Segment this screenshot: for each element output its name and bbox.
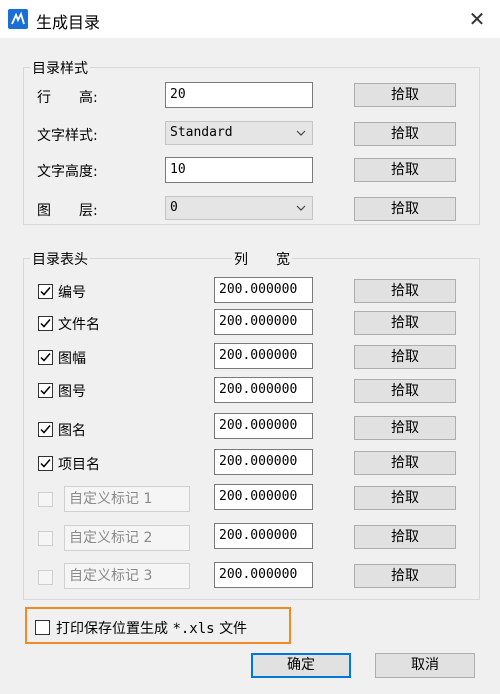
width-input[interactable]: 200.000000 bbox=[214, 449, 313, 475]
width-pick-button[interactable]: 拾取 bbox=[354, 311, 456, 335]
checkbox-tuhao[interactable] bbox=[38, 383, 53, 398]
width-pick-button[interactable]: 拾取 bbox=[354, 451, 456, 475]
header-group-title: 目录表头 bbox=[30, 249, 90, 269]
layer-label: 图 层: bbox=[37, 203, 98, 219]
row-height-pick-button[interactable]: 拾取 bbox=[354, 83, 456, 107]
chevron-down-icon bbox=[296, 205, 306, 211]
checkbox-bianhao[interactable] bbox=[38, 284, 53, 299]
width-pick-button[interactable]: 拾取 bbox=[354, 279, 456, 303]
text-style-label: 文字样式: bbox=[37, 128, 98, 144]
width-input[interactable]: 200.000000 bbox=[214, 562, 313, 588]
custom-mark-field: 自定义标记 1 bbox=[64, 486, 190, 512]
check-icon bbox=[40, 386, 51, 395]
check-icon bbox=[40, 353, 51, 362]
checkbox-project-name[interactable] bbox=[38, 456, 53, 471]
row-height-input[interactable]: 20 bbox=[165, 82, 313, 108]
text-height-pick-button[interactable]: 拾取 bbox=[354, 158, 456, 182]
width-input[interactable]: 200.000000 bbox=[214, 523, 313, 549]
header-row-label: 图幅 bbox=[58, 351, 86, 367]
text-height-input[interactable]: 10 bbox=[165, 157, 313, 183]
width-pick-button[interactable]: 拾取 bbox=[354, 525, 456, 549]
check-icon bbox=[40, 319, 51, 328]
text-style-pick-button[interactable]: 拾取 bbox=[354, 122, 456, 146]
print-option-prefix: 打印保存位置生成 bbox=[56, 621, 168, 637]
width-pick-button[interactable]: 拾取 bbox=[354, 345, 456, 369]
width-pick-button[interactable]: 拾取 bbox=[354, 416, 456, 440]
cancel-button[interactable]: 取消 bbox=[375, 653, 475, 678]
custom-mark-field: 自定义标记 3 bbox=[64, 563, 190, 589]
header-row-label: 编号 bbox=[58, 285, 86, 301]
width-input[interactable]: 200.000000 bbox=[214, 484, 313, 510]
app-icon bbox=[8, 9, 28, 29]
checkbox-tufu[interactable] bbox=[38, 350, 53, 365]
print-xls-checkbox[interactable] bbox=[35, 620, 50, 635]
header-row-label: 文件名 bbox=[58, 317, 100, 333]
title-bar: 生成目录 ✕ bbox=[0, 0, 500, 38]
window-title: 生成目录 bbox=[36, 13, 101, 32]
width-input[interactable]: 200.000000 bbox=[214, 309, 313, 335]
close-icon[interactable]: ✕ bbox=[454, 0, 500, 38]
check-icon bbox=[40, 425, 51, 434]
row-height-label: 行 高: bbox=[37, 90, 98, 106]
print-option-label[interactable]: 打印保存位置生成 *.xls 文件 bbox=[56, 618, 247, 638]
width-input[interactable]: 200.000000 bbox=[214, 377, 313, 403]
checkbox-custom-1[interactable] bbox=[38, 492, 53, 507]
checkbox-custom-3[interactable] bbox=[38, 570, 53, 585]
header-row-label: 图号 bbox=[58, 384, 86, 400]
ok-button[interactable]: 确定 bbox=[251, 653, 351, 678]
layer-pick-button[interactable]: 拾取 bbox=[354, 197, 456, 221]
width-pick-button[interactable]: 拾取 bbox=[354, 564, 456, 588]
checkbox-filename[interactable] bbox=[38, 316, 53, 331]
check-icon bbox=[40, 287, 51, 296]
width-pick-button[interactable]: 拾取 bbox=[354, 379, 456, 403]
custom-mark-field: 自定义标记 2 bbox=[64, 525, 190, 551]
width-pick-button[interactable]: 拾取 bbox=[354, 486, 456, 510]
check-icon bbox=[40, 459, 51, 468]
layer-select[interactable]: 0 bbox=[165, 196, 313, 220]
layer-value: 0 bbox=[170, 200, 178, 215]
text-style-select[interactable]: Standard bbox=[165, 121, 313, 145]
checkbox-custom-2[interactable] bbox=[38, 531, 53, 546]
print-option-suffix: 文件 bbox=[219, 621, 248, 637]
header-row-label: 项目名 bbox=[58, 457, 100, 473]
width-input[interactable]: 200.000000 bbox=[214, 413, 313, 439]
style-group-title: 目录样式 bbox=[30, 58, 90, 78]
width-input[interactable]: 200.000000 bbox=[214, 277, 313, 303]
text-style-value: Standard bbox=[170, 125, 233, 140]
chevron-down-icon bbox=[296, 130, 306, 136]
text-height-label: 文字高度: bbox=[37, 164, 98, 180]
header-row-label: 图名 bbox=[58, 423, 86, 439]
width-input[interactable]: 200.000000 bbox=[214, 343, 313, 369]
column-width-label: 列 宽 bbox=[232, 249, 292, 269]
checkbox-tuming[interactable] bbox=[38, 422, 53, 437]
print-option-ext: *.xls bbox=[172, 621, 215, 637]
